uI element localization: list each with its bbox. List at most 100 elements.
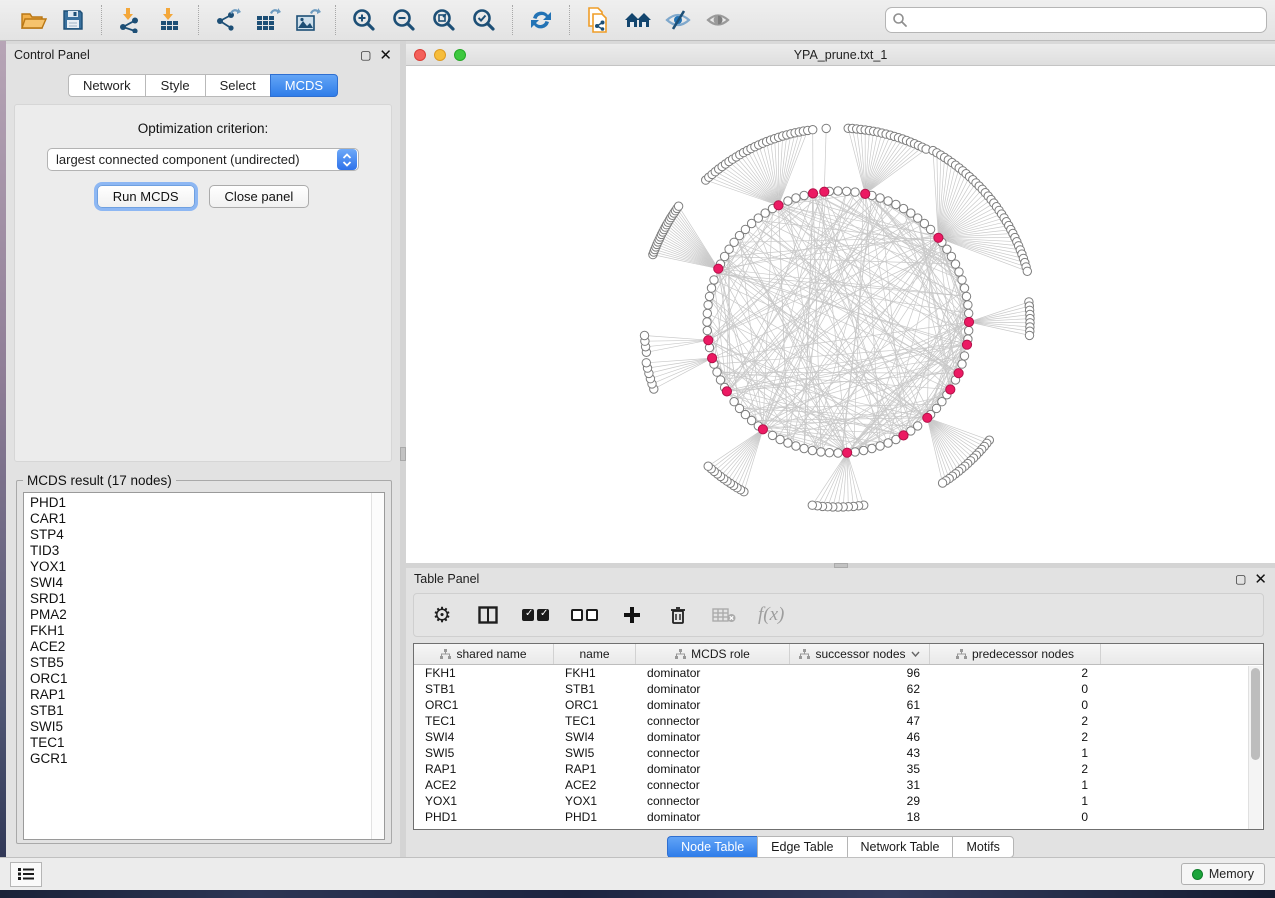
- tab-network-table[interactable]: Network Table: [847, 836, 953, 858]
- network-node[interactable]: [808, 501, 816, 509]
- criterion-select[interactable]: largest connected component (undirected): [47, 148, 359, 171]
- network-node[interactable]: [674, 202, 682, 210]
- network-node[interactable]: [938, 479, 946, 487]
- mcds-hub-node[interactable]: [899, 431, 908, 440]
- network-node[interactable]: [792, 442, 800, 450]
- import-table-button[interactable]: [153, 4, 187, 36]
- mcds-result-item[interactable]: SRD1: [30, 591, 384, 607]
- refresh-layout-button[interactable]: [524, 4, 558, 36]
- network-node[interactable]: [834, 449, 842, 457]
- mcds-result-item[interactable]: PMA2: [30, 607, 384, 623]
- zoom-out-button[interactable]: [387, 4, 421, 36]
- import-network-button[interactable]: [113, 4, 147, 36]
- show-panels-menu-button[interactable]: [10, 862, 42, 887]
- network-graph[interactable]: [406, 66, 1273, 561]
- select-all-button[interactable]: [522, 601, 549, 629]
- mcds-result-item[interactable]: STP4: [30, 527, 384, 543]
- network-node[interactable]: [884, 197, 892, 205]
- network-node[interactable]: [851, 448, 859, 456]
- network-node[interactable]: [705, 292, 713, 300]
- network-node[interactable]: [876, 442, 884, 450]
- mcds-result-item[interactable]: CAR1: [30, 511, 384, 527]
- network-node[interactable]: [703, 318, 711, 326]
- tab-mcds[interactable]: MCDS: [270, 74, 338, 97]
- column-header-predecessor-nodes[interactable]: predecessor nodes: [930, 644, 1101, 664]
- mcds-hub-node[interactable]: [722, 387, 731, 396]
- save-session-button[interactable]: [56, 4, 90, 36]
- mcds-hub-node[interactable]: [843, 448, 852, 457]
- column-header-name[interactable]: name: [554, 644, 636, 664]
- first-neighbors-button[interactable]: [621, 4, 655, 36]
- network-node[interactable]: [965, 309, 973, 317]
- mcds-hub-node[interactable]: [714, 264, 723, 273]
- mcds-result-item[interactable]: RAP1: [30, 687, 384, 703]
- close-panel-icon[interactable]: ✕: [379, 48, 392, 63]
- table-row[interactable]: SWI4SWI4dominator462: [414, 729, 1263, 745]
- network-node[interactable]: [926, 225, 934, 233]
- network-node[interactable]: [958, 276, 966, 284]
- hide-selected-button[interactable]: [661, 4, 695, 36]
- mcds-hub-node[interactable]: [962, 340, 971, 349]
- function-builder-button[interactable]: f(x): [758, 601, 784, 629]
- network-node[interactable]: [704, 462, 712, 470]
- mcds-result-list[interactable]: PHD1CAR1STP4TID3YOX1SWI4SRD1PMA2FKH1ACE2…: [23, 492, 385, 840]
- float-panel-icon[interactable]: ▢: [360, 49, 371, 61]
- network-node[interactable]: [730, 398, 738, 406]
- mcds-result-item[interactable]: ACE2: [30, 639, 384, 655]
- add-column-button[interactable]: [620, 601, 644, 629]
- zoom-in-button[interactable]: [347, 4, 381, 36]
- table-row[interactable]: FKH1FKH1dominator962: [414, 665, 1263, 681]
- network-node[interactable]: [809, 126, 817, 134]
- network-node[interactable]: [642, 359, 650, 367]
- open-file-button[interactable]: [16, 4, 50, 36]
- tab-node-table[interactable]: Node Table: [667, 836, 757, 858]
- table-row[interactable]: YOX1YOX1connector291: [414, 793, 1263, 809]
- mcds-result-item[interactable]: FKH1: [30, 623, 384, 639]
- tab-edge-table[interactable]: Edge Table: [757, 836, 846, 858]
- network-node[interactable]: [825, 449, 833, 457]
- table-row[interactable]: ORC1ORC1dominator610: [414, 697, 1263, 713]
- network-node[interactable]: [808, 446, 816, 454]
- network-node[interactable]: [703, 309, 711, 317]
- network-node[interactable]: [960, 352, 968, 360]
- mcds-result-item[interactable]: YOX1: [30, 559, 384, 575]
- network-node[interactable]: [703, 326, 711, 334]
- network-node[interactable]: [704, 301, 712, 309]
- network-node[interactable]: [1025, 331, 1033, 339]
- mcds-hub-node[interactable]: [758, 425, 767, 434]
- table-row[interactable]: STB1STB1dominator620: [414, 681, 1263, 697]
- tab-select[interactable]: Select: [205, 74, 270, 97]
- zoom-fit-button[interactable]: [427, 4, 461, 36]
- network-node[interactable]: [800, 444, 808, 452]
- search-box[interactable]: [885, 7, 1267, 33]
- network-node[interactable]: [776, 435, 784, 443]
- mcds-hub-node[interactable]: [820, 187, 829, 196]
- table-row[interactable]: RAP1RAP1dominator352: [414, 761, 1263, 777]
- mcds-list-scrollbar[interactable]: [371, 493, 384, 839]
- network-node[interactable]: [884, 439, 892, 447]
- network-node[interactable]: [784, 197, 792, 205]
- network-node[interactable]: [842, 187, 850, 195]
- tab-network[interactable]: Network: [68, 74, 145, 97]
- mcds-result-item[interactable]: SWI5: [30, 719, 384, 735]
- zoom-selected-button[interactable]: [467, 4, 501, 36]
- export-network-button[interactable]: [210, 4, 244, 36]
- network-node[interactable]: [958, 360, 966, 368]
- network-node[interactable]: [892, 200, 900, 208]
- memory-button[interactable]: Memory: [1181, 863, 1265, 885]
- network-node[interactable]: [951, 260, 959, 268]
- column-header-successor-nodes[interactable]: successor nodes: [790, 644, 930, 664]
- network-node[interactable]: [955, 268, 963, 276]
- network-node[interactable]: [834, 187, 842, 195]
- mcds-hub-node[interactable]: [954, 369, 963, 378]
- mcds-result-item[interactable]: GCR1: [30, 751, 384, 767]
- table-settings-button[interactable]: ⚙: [430, 601, 454, 629]
- tab-motifs[interactable]: Motifs: [952, 836, 1013, 858]
- delete-column-button[interactable]: [666, 601, 690, 629]
- search-input[interactable]: [908, 9, 1260, 31]
- mcds-hub-node[interactable]: [708, 354, 717, 363]
- network-node[interactable]: [851, 188, 859, 196]
- show-all-button[interactable]: [701, 4, 735, 36]
- network-node[interactable]: [876, 194, 884, 202]
- mcds-result-item[interactable]: STB5: [30, 655, 384, 671]
